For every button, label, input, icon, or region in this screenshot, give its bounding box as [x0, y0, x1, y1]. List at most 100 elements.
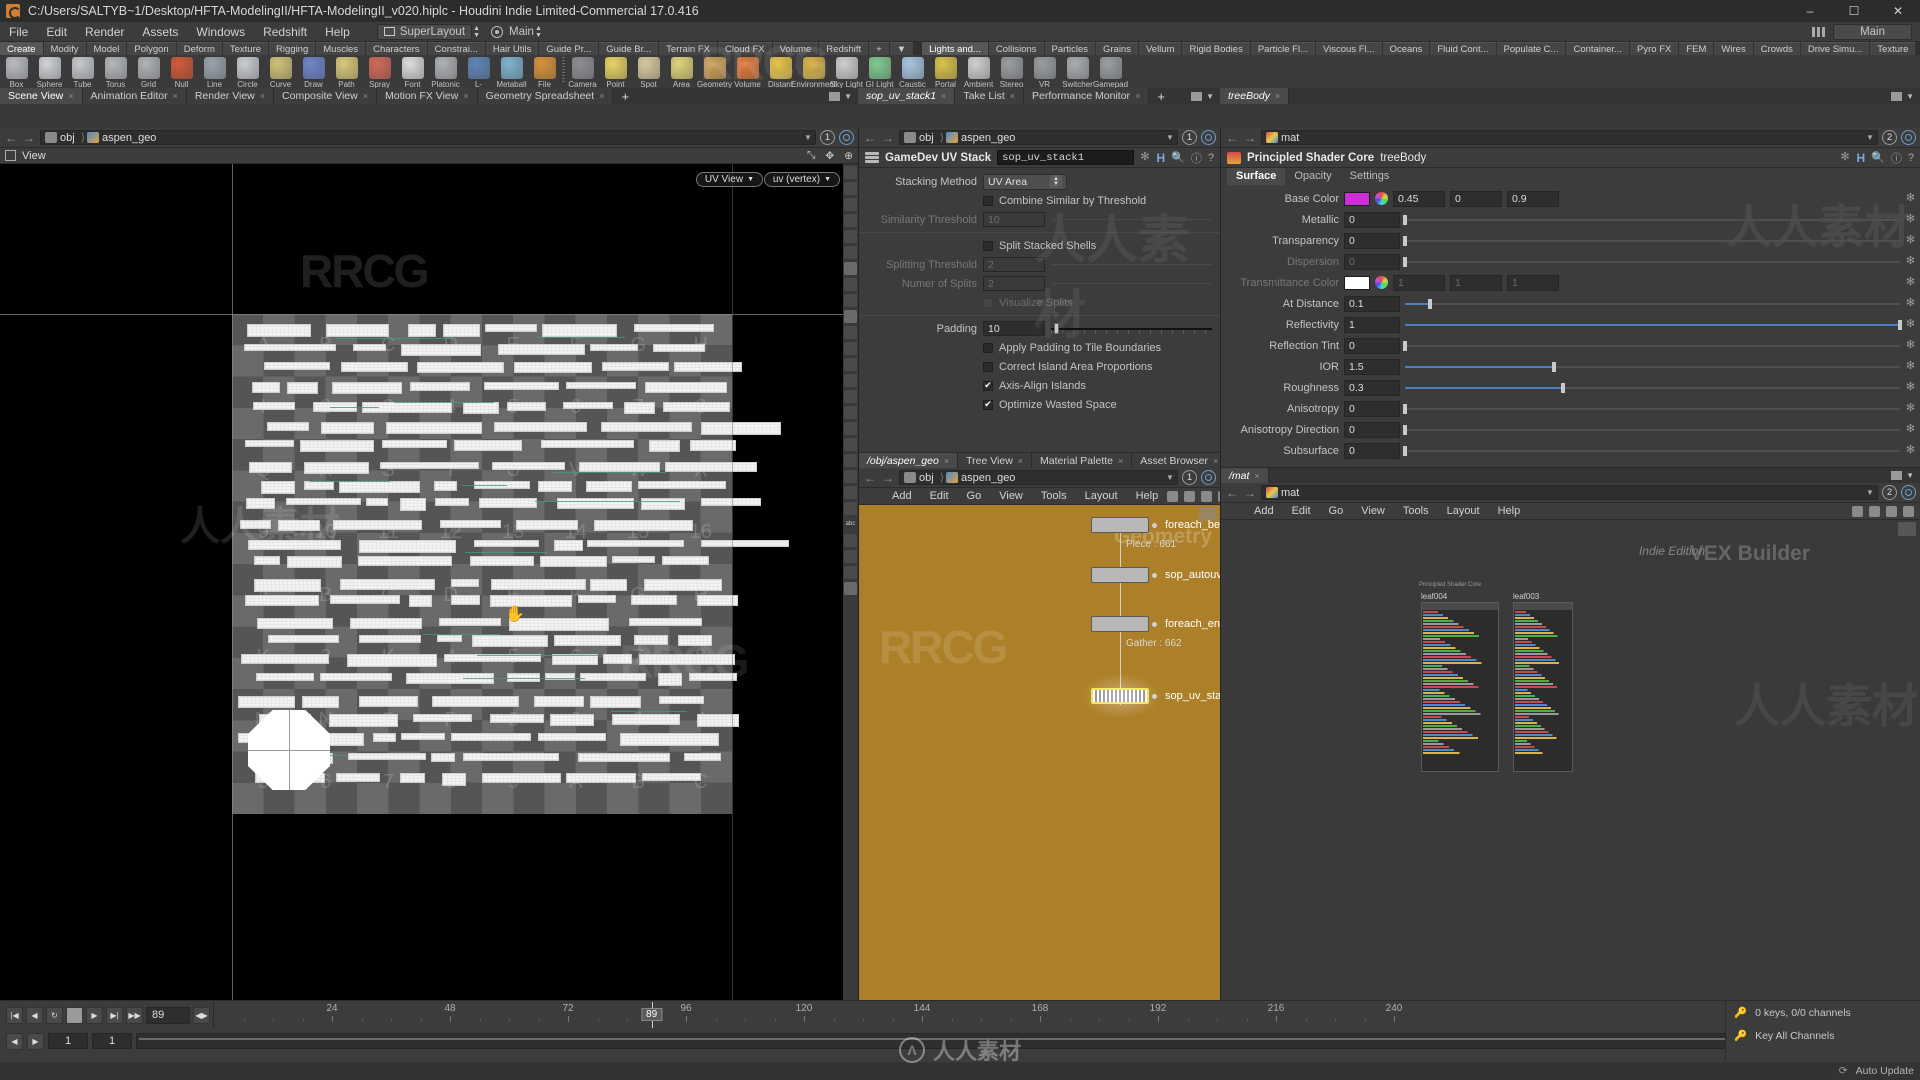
mat-level-badge[interactable]: 2: [1882, 130, 1897, 145]
material-value-field[interactable]: 0: [1344, 401, 1400, 417]
vex-breadcrumb[interactable]: mat ▼: [1261, 485, 1878, 500]
forward-icon[interactable]: →: [22, 131, 36, 145]
wrench-icon[interactable]: [1167, 491, 1178, 502]
shelf-item-gi-light[interactable]: GI Light: [863, 57, 896, 89]
play-button[interactable]: ▶: [86, 1007, 103, 1024]
shelf-tab-particles[interactable]: Particles: [1045, 42, 1095, 55]
param-breadcrumb-geo[interactable]: aspen_geo: [944, 132, 1021, 144]
mat-path-dropdown-icon[interactable]: ▼: [1863, 133, 1877, 142]
color-wheel-icon[interactable]: [1375, 192, 1388, 205]
auto-update-label[interactable]: Auto Update: [1856, 1065, 1914, 1077]
net-menu-help[interactable]: Help: [1489, 503, 1530, 520]
color-swatch[interactable]: [1344, 192, 1370, 206]
color-channel-2[interactable]: 1: [1507, 275, 1559, 291]
material-value-field[interactable]: 0: [1344, 212, 1400, 228]
material-slider[interactable]: [1405, 298, 1900, 310]
net-menu-add[interactable]: Add: [883, 488, 921, 505]
handles-icon[interactable]: ⤡: [807, 149, 815, 162]
node-foreach_end4[interactable]: foreach_end4: [1091, 616, 1220, 632]
tab-close-icon[interactable]: ×: [1135, 91, 1140, 101]
checkbox[interactable]: ✔: [983, 400, 993, 410]
gear-icon[interactable]: ✻: [1905, 256, 1916, 267]
pen-icon[interactable]: [844, 326, 857, 339]
param-value-field[interactable]: 10: [983, 321, 1045, 336]
shelf-tab-wires[interactable]: Wires: [1714, 42, 1752, 55]
key-icon[interactable]: 🔑: [1734, 1006, 1747, 1019]
color-channel-1[interactable]: 1: [1450, 275, 1502, 291]
list-icon[interactable]: [1886, 506, 1897, 517]
color-channel-0[interactable]: 0.45: [1393, 191, 1445, 207]
gear-icon[interactable]: ✻: [1905, 340, 1916, 351]
gear-icon[interactable]: ✻: [1905, 277, 1916, 288]
menu-help[interactable]: Help: [316, 22, 359, 42]
shelf-item-font[interactable]: Font: [396, 57, 429, 89]
tab-material-palette[interactable]: Material Palette×: [1032, 453, 1132, 468]
shading-icon[interactable]: [844, 246, 857, 259]
display-level-badge[interactable]: 1: [820, 130, 835, 145]
key-all-icon[interactable]: 🔑: [1734, 1029, 1747, 1042]
main-desktop-badge[interactable]: Main: [1833, 24, 1912, 40]
material-slider[interactable]: [1405, 214, 1900, 226]
snap-icon[interactable]: ⊕: [844, 150, 853, 162]
range-start-input[interactable]: 1: [48, 1033, 88, 1049]
stop-button[interactable]: [66, 1007, 83, 1024]
checkbox[interactable]: [983, 298, 993, 308]
current-frame-input[interactable]: 89: [146, 1007, 190, 1024]
tab-close-icon[interactable]: ×: [599, 91, 604, 101]
color-swatch[interactable]: [1344, 276, 1370, 290]
vex-node[interactable]: [1421, 602, 1499, 772]
tab-treebody[interactable]: treeBody×: [1220, 88, 1289, 104]
shelf-tab-fluid-cont[interactable]: Fluid Cont...: [1430, 42, 1495, 55]
tab-animation-editor[interactable]: Animation Editor×: [83, 88, 187, 104]
net-menu-edit[interactable]: Edit: [921, 488, 958, 505]
maximize-button[interactable]: ☐: [1832, 0, 1876, 22]
tab-mat[interactable]: /mat×: [1221, 468, 1269, 483]
tab-close-icon[interactable]: ×: [260, 91, 265, 101]
menu-render[interactable]: Render: [76, 22, 133, 42]
no-render-icon[interactable]: [844, 230, 857, 243]
breadcrumb[interactable]: obj ⟩ aspen_geo ▼: [40, 130, 816, 145]
info-circle-icon[interactable]: [844, 566, 857, 579]
gear-icon[interactable]: ✻: [1905, 403, 1916, 414]
material-slider[interactable]: [1405, 445, 1900, 457]
net-forward-icon[interactable]: →: [881, 471, 895, 485]
add-light-icon[interactable]: [844, 278, 857, 291]
net-level-badge[interactable]: 1: [1182, 470, 1197, 485]
shelf-tab-vellum[interactable]: Vellum: [1139, 42, 1182, 55]
light-icon[interactable]: [844, 262, 857, 275]
net-back-icon[interactable]: ←: [863, 471, 877, 485]
auto-update-icon[interactable]: ⟳: [1839, 1065, 1848, 1077]
twelve-layer-icon[interactable]: [844, 438, 857, 451]
node-display-flag[interactable]: [1152, 573, 1157, 578]
net-menu-help[interactable]: Help: [1127, 488, 1168, 505]
node-sop_autouv1[interactable]: sop_autouv1: [1091, 567, 1220, 583]
gear-icon[interactable]: ✻: [1905, 214, 1916, 225]
shelf-item-tube[interactable]: Tube: [66, 57, 99, 89]
color-channel-0[interactable]: 1: [1393, 275, 1445, 291]
tab-composite-view[interactable]: Composite View×: [274, 88, 377, 104]
pane-maximize-icon[interactable]: [1891, 92, 1902, 101]
frame-scrub-icon[interactable]: ◀▶: [193, 1007, 210, 1024]
net-menu-go[interactable]: Go: [1320, 503, 1353, 520]
gear-icon[interactable]: ✻: [1840, 152, 1851, 163]
material-value-field[interactable]: 0: [1344, 422, 1400, 438]
menu-icon[interactable]: [1903, 506, 1914, 517]
twelve-point-icon[interactable]: [844, 406, 857, 419]
uv-viewport[interactable]: ABCDEFGH I2345678 QRSTUVWX 9101112131415…: [0, 164, 858, 1080]
shelf-tab-constrai[interactable]: Constrai...: [428, 42, 485, 55]
shelf-item-null[interactable]: Null: [165, 57, 198, 89]
mat-breadcrumb[interactable]: mat ▼: [1261, 130, 1878, 145]
range-start2-input[interactable]: 1: [92, 1033, 132, 1049]
shelf-tab-muscles[interactable]: Muscles: [316, 42, 365, 55]
tab-close-icon[interactable]: ×: [941, 91, 946, 101]
tab-motion-fx-view[interactable]: Motion FX View×: [377, 88, 478, 104]
param-breadcrumb-obj[interactable]: obj: [902, 132, 940, 144]
shelf-item-curve[interactable]: Curve: [264, 57, 297, 89]
pane-maximize-icon[interactable]: [1891, 471, 1902, 480]
menu-edit[interactable]: Edit: [37, 22, 76, 42]
gear-icon[interactable]: ✻: [1905, 235, 1916, 246]
material-node-name[interactable]: treeBody: [1380, 152, 1426, 164]
checkbox[interactable]: [983, 196, 993, 206]
search-icon[interactable]: 🔍: [1171, 151, 1185, 164]
camera-icon[interactable]: [844, 550, 857, 563]
